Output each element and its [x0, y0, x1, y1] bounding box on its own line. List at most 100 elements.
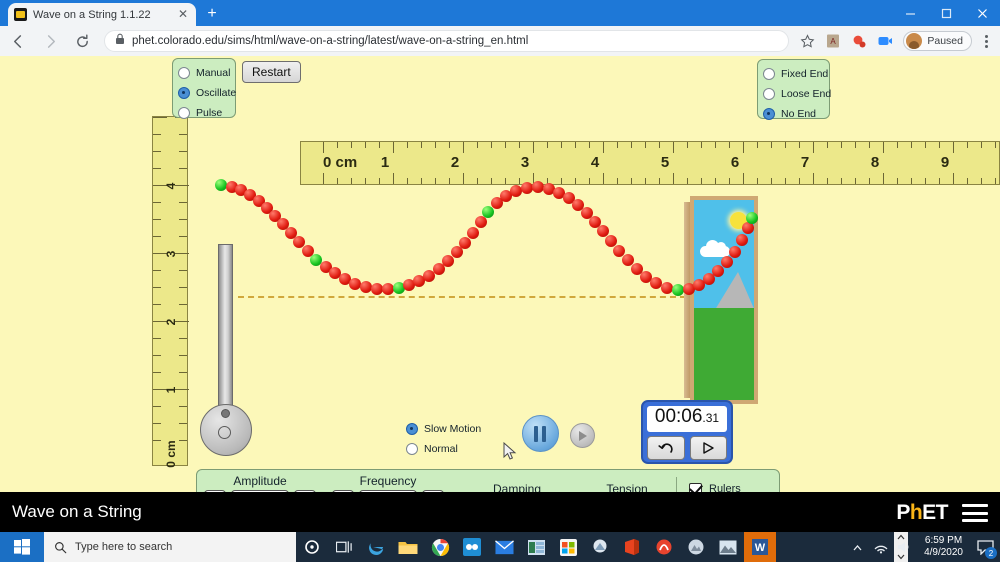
- taskbar-item-word[interactable]: W: [744, 532, 776, 562]
- word-icon: W: [752, 539, 768, 555]
- timer-widget[interactable]: 00:06 .31: [641, 400, 733, 464]
- paint3d-icon: [593, 539, 607, 553]
- vruler-label-3: 3: [164, 250, 178, 258]
- window-minimize-button[interactable]: [892, 0, 928, 26]
- radio-normal[interactable]: Normal: [406, 440, 481, 458]
- network-button[interactable]: [869, 540, 893, 554]
- show-hidden-icons-button[interactable]: [845, 544, 869, 551]
- radio-normal-label: Normal: [424, 443, 458, 455]
- radio-fixed-end[interactable]: Fixed End: [763, 65, 828, 83]
- taskbar-item-photos[interactable]: [712, 532, 744, 562]
- simulation-canvas: 4 3 2 1 0 cm 0 cm 1 2 3 4 5 6 7 8 9 Manu…: [0, 56, 1000, 492]
- bookmark-star-icon[interactable]: [795, 29, 819, 53]
- radio-no-end[interactable]: No End: [763, 105, 824, 123]
- wifi-icon: [874, 545, 888, 554]
- horizontal-ruler[interactable]: 0 cm 1 2 3 4 5 6 7 8 9: [300, 141, 1000, 185]
- taskbar-item-edge[interactable]: [360, 532, 392, 562]
- taskbar-item-paint3d[interactable]: [584, 532, 616, 562]
- browser-tab[interactable]: Wave on a String 1.1.22 ✕: [8, 3, 196, 26]
- start-button[interactable]: [0, 532, 44, 562]
- vertical-ruler[interactable]: 4 3 2 1 0 cm: [152, 116, 189, 468]
- address-bar[interactable]: phet.colorado.edu/sims/html/wave-on-a-st…: [104, 30, 790, 52]
- task-view-icon: [335, 541, 352, 553]
- teams-icon: [463, 538, 481, 556]
- step-forward-button[interactable]: [570, 423, 595, 448]
- hruler-label-3: 3: [520, 154, 530, 171]
- hruler-label-7: 7: [800, 154, 810, 171]
- radio-loose-end[interactable]: Loose End: [763, 85, 831, 103]
- radio-pulse[interactable]: Pulse: [178, 104, 230, 122]
- radio-pulse-label: Pulse: [196, 107, 223, 119]
- pocket-extension-icon[interactable]: [847, 29, 871, 53]
- back-button[interactable]: [4, 27, 32, 55]
- end-type-panel: Fixed End Loose End No End: [757, 59, 831, 120]
- zoom-extension-icon[interactable]: [873, 29, 897, 53]
- taskbar-item-store[interactable]: [552, 532, 584, 562]
- checkbox-icon-checked: [689, 482, 702, 492]
- play-triangle-icon: [703, 442, 714, 454]
- reload-button[interactable]: [68, 27, 96, 55]
- pdf-extension-icon[interactable]: A: [821, 29, 845, 53]
- taskbar-item-office[interactable]: [616, 532, 648, 562]
- taskbar-item-file-explorer[interactable]: [392, 532, 424, 562]
- radio-slow-motion[interactable]: Slow Motion: [406, 420, 481, 438]
- radio-icon: [178, 67, 190, 79]
- browser-toolbar: phet.colorado.edu/sims/html/wave-on-a-st…: [0, 26, 1000, 56]
- notification-count-badge: 2: [985, 547, 997, 559]
- phet-logo-et: ET: [922, 501, 948, 524]
- avatar: [906, 33, 923, 49]
- tab-close-icon[interactable]: ✕: [176, 7, 190, 22]
- wave-bead[interactable]: [442, 255, 454, 267]
- radio-manual[interactable]: Manual: [178, 64, 230, 82]
- window-maximize-button[interactable]: [928, 0, 964, 26]
- phet-menu-button[interactable]: [962, 504, 988, 522]
- radio-oscillate[interactable]: Oscillate: [178, 84, 236, 102]
- wave-bead[interactable]: [736, 234, 748, 246]
- wave-bead-marker[interactable]: [482, 206, 494, 218]
- play-pause-button[interactable]: [522, 415, 559, 452]
- profile-button[interactable]: Paused: [903, 31, 972, 51]
- taskbar-item-mail[interactable]: [488, 532, 520, 562]
- store-icon: [559, 538, 577, 556]
- search-icon: [55, 541, 67, 553]
- search-input[interactable]: Type here to search: [44, 532, 296, 562]
- wave-bead[interactable]: [459, 237, 471, 249]
- oscillator-pole: [218, 244, 233, 410]
- taskbar-item-cortana[interactable]: [296, 532, 328, 562]
- arrow-right-icon: [47, 34, 55, 48]
- timer-play-button[interactable]: [689, 436, 727, 460]
- browser-menu-button[interactable]: [976, 29, 996, 53]
- screen: Wave on a String 1.1.22 ✕ + phet.colorad…: [0, 0, 1000, 562]
- wave-bead[interactable]: [467, 227, 479, 239]
- new-tab-button[interactable]: +: [203, 5, 221, 23]
- minimize-icon: [905, 12, 915, 15]
- action-center-button[interactable]: 2: [970, 532, 1000, 562]
- profile-label: Paused: [927, 35, 963, 47]
- restart-button[interactable]: Restart: [242, 61, 301, 83]
- forward-button[interactable]: [36, 27, 64, 55]
- wave-bead[interactable]: [712, 265, 724, 277]
- taskbar-clock[interactable]: 6:59 PM 4/9/2020: [917, 535, 970, 559]
- taskbar-item-chrome[interactable]: [424, 532, 456, 562]
- excel-icon: [527, 539, 545, 555]
- checkbox-rulers[interactable]: Rulers: [689, 479, 784, 492]
- wave-bead[interactable]: [475, 216, 487, 228]
- taskbar-item-acrobat[interactable]: [648, 532, 680, 562]
- taskbar-item-excel[interactable]: [520, 532, 552, 562]
- volume-button[interactable]: [893, 540, 917, 554]
- radio-manual-label: Manual: [196, 67, 231, 79]
- phet-logo-p: P: [896, 501, 910, 524]
- phet-logo[interactable]: PhET: [896, 501, 948, 525]
- taskbar-item-teams[interactable]: [456, 532, 488, 562]
- photos-viewer-icon: [688, 539, 704, 555]
- taskbar-item-photo-viewer[interactable]: [680, 532, 712, 562]
- window-close-button[interactable]: [964, 0, 1000, 26]
- taskbar-item-task-view[interactable]: [328, 532, 360, 562]
- radio-icon: [406, 443, 418, 455]
- edge-icon: [368, 542, 383, 555]
- oscillator-hub: [221, 409, 230, 418]
- wave-bead-marker[interactable]: [746, 212, 758, 224]
- timer-reset-button[interactable]: [647, 436, 685, 460]
- wave-bead[interactable]: [729, 246, 741, 258]
- wave-bead[interactable]: [721, 256, 733, 268]
